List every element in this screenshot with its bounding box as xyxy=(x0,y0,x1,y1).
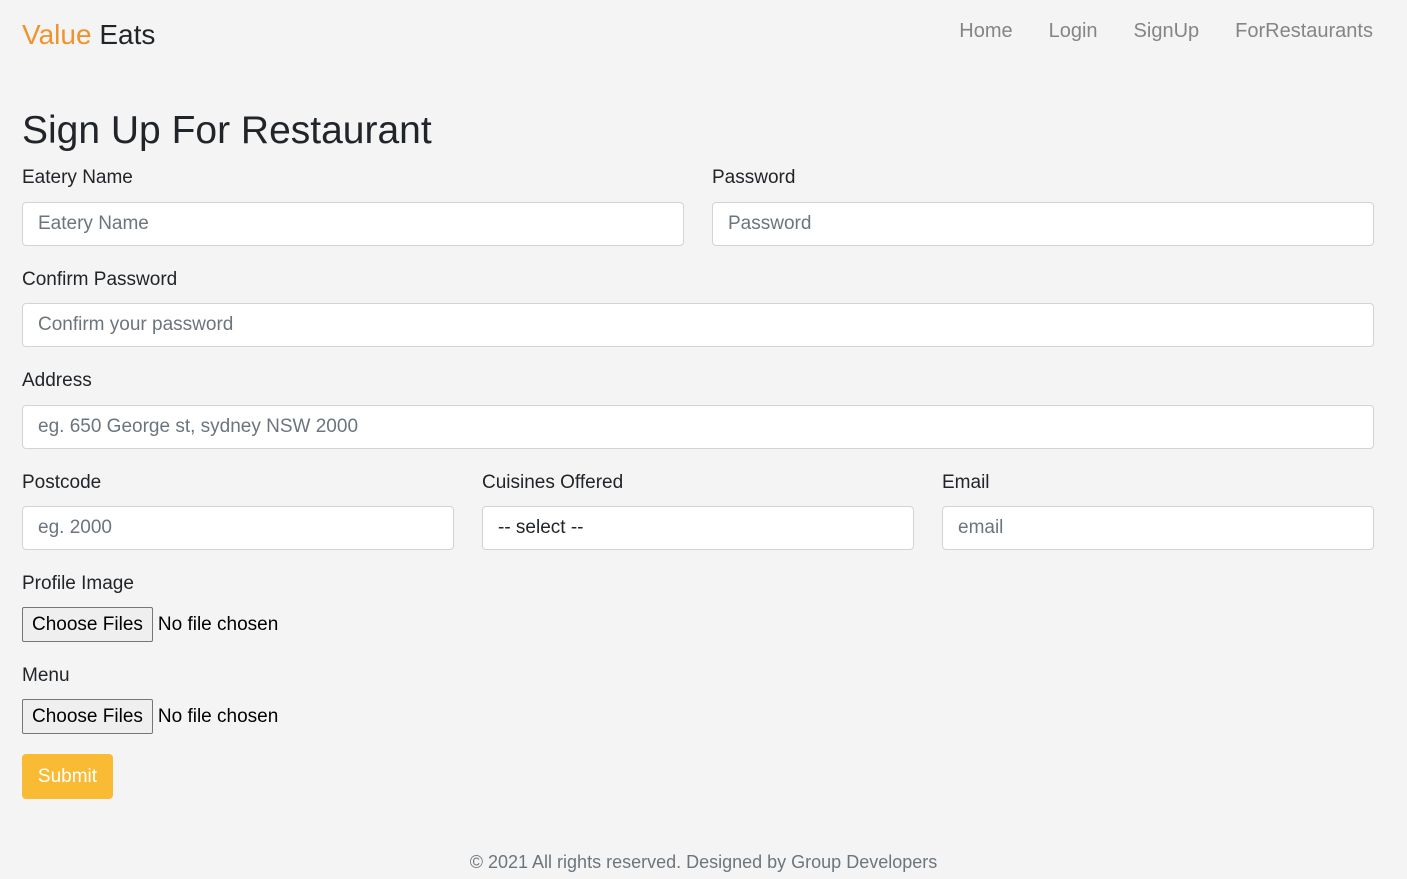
brand-logo[interactable]: Value Eats xyxy=(22,18,155,52)
profile-image-file-status: No file chosen xyxy=(157,613,279,635)
password-label: Password xyxy=(712,167,796,188)
menu-file-input[interactable]: Choose Files No file chosen xyxy=(22,699,278,734)
nav-links: Home Login SignUp ForRestaurants xyxy=(923,18,1373,44)
eatery-name-input[interactable] xyxy=(22,202,684,246)
address-input[interactable] xyxy=(22,405,1374,449)
profile-image-choose-button[interactable]: Choose Files xyxy=(22,607,153,642)
confirm-password-label: Confirm Password xyxy=(22,269,178,290)
email-input[interactable] xyxy=(942,506,1374,550)
postcode-label: Postcode xyxy=(22,472,102,493)
password-input[interactable] xyxy=(712,202,1374,246)
page-title: Sign Up For Restaurant xyxy=(22,109,432,152)
brand-part-value: Value xyxy=(22,19,92,50)
cuisines-label: Cuisines Offered xyxy=(482,472,624,493)
navbar: Value Eats Home Login SignUp ForRestaura… xyxy=(0,0,1407,70)
menu-file-status: No file chosen xyxy=(157,705,279,727)
address-label: Address xyxy=(22,370,92,391)
nav-home-link[interactable]: Home xyxy=(959,18,1012,44)
menu-label: Menu xyxy=(22,665,70,686)
eatery-name-label: Eatery Name xyxy=(22,167,133,188)
brand-part-eats: Eats xyxy=(99,19,156,50)
menu-choose-button[interactable]: Choose Files xyxy=(22,699,153,734)
cuisines-selected-value: -- select -- xyxy=(498,517,584,538)
profile-image-label: Profile Image xyxy=(22,573,134,594)
submit-button[interactable]: Submit xyxy=(22,754,113,799)
postcode-input[interactable] xyxy=(22,506,454,550)
profile-image-file-input[interactable]: Choose Files No file chosen xyxy=(22,607,278,642)
confirm-password-input[interactable] xyxy=(22,303,1374,347)
cuisines-select[interactable]: -- select -- xyxy=(482,506,914,550)
footer-text: © 2021 All rights reserved. Designed by … xyxy=(469,852,938,872)
nav-login-link[interactable]: Login xyxy=(1049,18,1098,44)
email-label: Email xyxy=(942,472,990,493)
nav-signup-link[interactable]: SignUp xyxy=(1134,18,1200,44)
nav-for-restaurants-link[interactable]: ForRestaurants xyxy=(1235,18,1373,44)
